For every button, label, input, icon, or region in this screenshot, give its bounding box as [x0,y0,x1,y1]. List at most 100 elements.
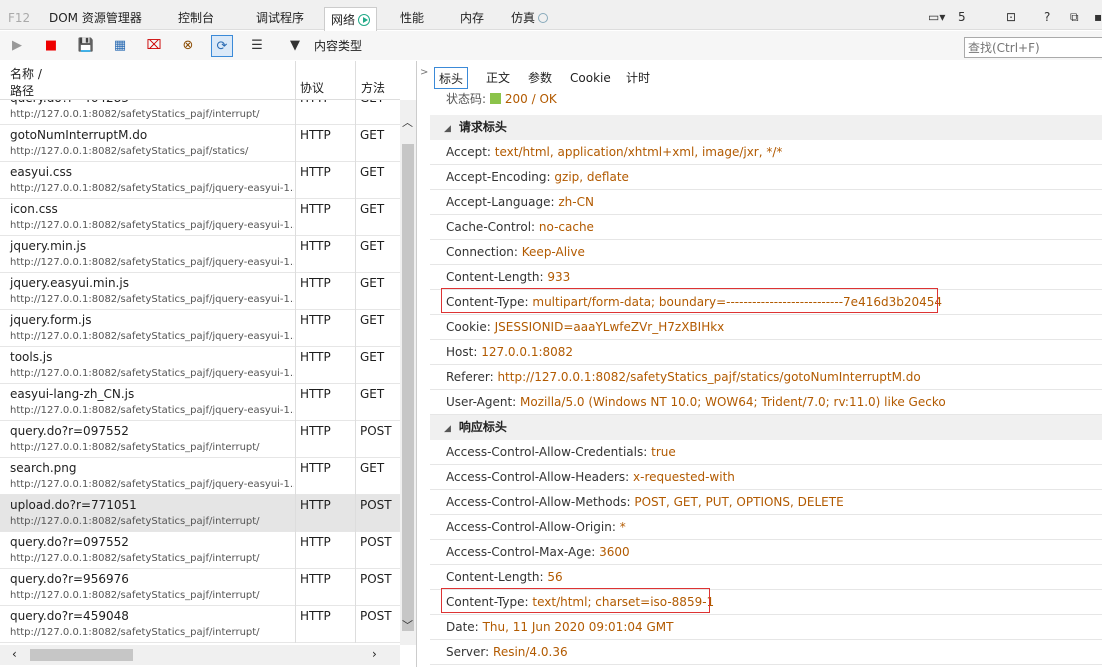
tab-parameters[interactable]: 参数 [524,67,556,89]
stop-icon[interactable]: ■ [40,35,62,57]
header-key: Referer: [446,370,494,384]
tab-debugger[interactable]: 调试程序 [256,6,304,30]
request-path: http://127.0.0.1:8082/safetyStatics_pajf… [10,553,260,564]
tab-headers[interactable]: 标头 [434,67,469,89]
name-column-header[interactable]: 名称 / 路径 [0,61,296,100]
scroll-up-icon[interactable]: ︿ [402,114,413,130]
request-name: query.do?r=097552 [10,535,129,549]
tab-memory[interactable]: 内存 [460,6,484,30]
request-row[interactable]: query.do?r=464283 http://127.0.0.1:8082/s… [0,100,400,125]
scroll-down-icon[interactable]: ﹀ [402,617,413,633]
header-value: 127.0.0.1:8082 [481,345,574,359]
tab-emulation[interactable]: 仿真 [511,6,549,30]
header-key: Access-Control-Allow-Methods: [446,495,631,509]
status-code-label: 状态码: [446,92,487,106]
header-line: Accept-Language: zh-CN [430,190,1102,215]
method-column-header[interactable]: 方法 [356,61,400,100]
request-protocol: HTTP [300,313,331,327]
request-method: GET [360,128,385,142]
response-headers-section[interactable]: ◢ 响应标头 [430,415,1102,440]
header-key: Access-Control-Allow-Credentials: [446,445,648,459]
request-path: http://127.0.0.1:8082/safetyStatics_pajf… [10,590,260,601]
save-icon[interactable]: 💾 [75,35,97,57]
header-value: POST, GET, PUT, OPTIONS, DELETE [634,495,844,509]
request-headers-section-label: 请求标头 [458,120,507,134]
collapse-triangle-icon: ◢ [444,124,451,134]
content-type-filter[interactable]: 内容类型 [314,37,362,54]
play-icon[interactable]: ▶ [6,35,28,57]
request-method: POST [360,609,392,623]
highlight-box [441,588,710,613]
horizontal-scroll-thumb[interactable] [30,649,133,661]
request-row[interactable]: query.do?r=097552 http://127.0.0.1:8082/s… [0,532,400,569]
header-value: 56 [547,570,563,584]
request-path: http://127.0.0.1:8082/safetyStatics_pajf… [10,405,294,416]
tab-dom-explorer[interactable]: DOM 资源管理器 [49,6,142,30]
header-value: Mozilla/5.0 (Windows NT 10.0; WOW64; Tri… [520,395,946,409]
help-icon[interactable]: ? [1044,10,1050,24]
undock-icon[interactable]: ▪ [1094,10,1102,24]
request-row[interactable]: easyui-lang-zh_CN.js http://127.0.0.1:808… [0,384,400,421]
error-count[interactable]: 5 [958,10,966,24]
find-input[interactable] [964,37,1102,58]
vertical-scrollbar[interactable]: ︿ ﹀ [400,100,416,645]
path-header-label: 路径 [10,84,35,98]
request-row[interactable]: icon.css http://127.0.0.1:8082/safetyStat… [0,199,400,236]
horizontal-scrollbar[interactable]: ‹ › [0,645,400,665]
tab-console[interactable]: 控制台 [178,6,214,30]
request-method: POST [360,535,392,549]
header-line: Content-Length: 933 [430,265,1102,290]
request-details: > 标头 正文 参数 Cookie 计时 状态码: 200 / OK ◢ 请求标头… [418,61,1102,667]
vertical-scroll-thumb[interactable] [402,144,414,631]
request-row[interactable]: tools.js http://127.0.0.1:8082/safetyStat… [0,347,400,384]
clear-cookies-icon[interactable]: ⊗ [177,35,199,57]
tab-timings[interactable]: 计时 [622,67,654,89]
collapse-details-icon[interactable]: > [420,67,428,78]
header-line: Access-Control-Max-Age: 3600 [430,540,1102,565]
request-method: GET [360,313,385,327]
request-row[interactable]: query.do?r=097552 http://127.0.0.1:8082/s… [0,421,400,458]
request-row[interactable]: search.png http://127.0.0.1:8082/safetySt… [0,458,400,495]
request-path: http://127.0.0.1:8082/safetyStatics_pajf… [10,368,294,379]
request-row[interactable]: upload.do?r=771051 http://127.0.0.1:8082/… [0,495,400,532]
request-method: GET [360,239,385,253]
request-row[interactable]: gotoNumInterruptM.do http://127.0.0.1:808… [0,125,400,162]
request-protocol: HTTP [300,239,331,253]
pin-icon[interactable]: ⧉ [1070,10,1079,25]
header-line: Referer: http://127.0.0.1:8082/safetySta… [430,365,1102,390]
always-refresh-icon[interactable]: ⟳ [211,35,233,57]
tab-body[interactable]: 正文 [482,67,514,89]
request-row[interactable]: jquery.min.js http://127.0.0.1:8082/safet… [0,236,400,273]
highlight-box [441,288,938,313]
request-protocol: HTTP [300,572,331,586]
header-line: Cookie: JSESSIONID=aaaYLwfeZVr_H7zXBIHkx [430,315,1102,340]
request-headers-section[interactable]: ◢ 请求标头 [430,115,1102,140]
tab-performance[interactable]: 性能 [400,6,424,30]
header-key: Content-Length: [446,570,544,584]
header-key: Content-Length: [446,270,544,284]
scroll-right-icon[interactable]: › [372,647,377,661]
console-icon[interactable]: ⊡ [1006,10,1016,24]
request-name: jquery.easyui.min.js [10,276,129,290]
request-row[interactable]: jquery.form.js http://127.0.0.1:8082/safe… [0,310,400,347]
request-protocol: HTTP [300,535,331,549]
tab-network[interactable]: 网络 [324,7,378,31]
request-name: tools.js [10,350,53,364]
status-code-value: 200 / OK [504,92,557,106]
protocol-column-header[interactable]: 协议 [296,61,356,100]
header-key: Accept-Encoding: [446,170,551,184]
request-row[interactable]: query.do?r=956976 http://127.0.0.1:8082/s… [0,569,400,606]
request-list-header: 名称 / 路径 协议 方法 [0,61,400,100]
tab-cookies[interactable]: Cookie [566,67,615,89]
request-path: http://127.0.0.1:8082/safetyStatics_pajf… [10,146,249,157]
monitor-icon[interactable]: ▭▾ [928,10,945,24]
clear-cache-icon[interactable]: ▦ [109,35,131,57]
filter-icon[interactable]: ▼ [284,35,306,57]
clear-session-icon[interactable]: ☰ [246,35,268,57]
request-method: GET [360,202,385,216]
request-row[interactable]: jquery.easyui.min.js http://127.0.0.1:808… [0,273,400,310]
clear-entries-icon[interactable]: ⌧ [143,35,165,57]
scroll-left-icon[interactable]: ‹ [12,647,17,661]
request-row[interactable]: easyui.css http://127.0.0.1:8082/safetySt… [0,162,400,199]
request-row[interactable]: query.do?r=459048 http://127.0.0.1:8082/s… [0,606,400,643]
